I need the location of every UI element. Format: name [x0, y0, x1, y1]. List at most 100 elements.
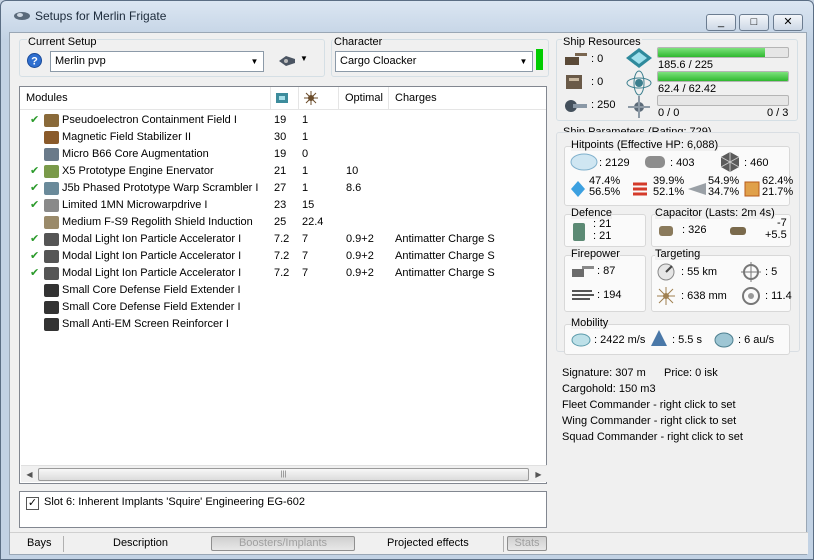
sensor-strength-value: : 11.4 — [765, 290, 792, 302]
module-row[interactable]: ✔ Limited 1MN Microwarpdrive I 23 15 — [20, 197, 545, 214]
module-name: Small Anti-EM Screen Reinforcer I — [62, 318, 229, 330]
title-bar[interactable]: Setups for Merlin Frigate _ □ ✕ — [1, 1, 813, 31]
cargohold-text: Cargohold: 150 m3 — [562, 383, 656, 395]
maximize-button[interactable]: □ — [739, 14, 769, 31]
implant-checkbox[interactable]: ✓ — [26, 497, 39, 510]
ship-options-button[interactable]: ▼ — [274, 51, 312, 72]
module-row[interactable]: ✔ Modal Light Ion Particle Accelerator I 7… — [20, 231, 545, 248]
wing-commander-text[interactable]: Wing Commander - right click to set — [562, 415, 736, 427]
module-row[interactable]: Micro B66 Core Augmentation 19 0 — [20, 146, 545, 163]
capacitor-label: Capacitor (Lasts: 2m 4s) — [655, 207, 775, 219]
setup-select[interactable]: Merlin pvp ▼ — [50, 51, 264, 72]
tab-bays[interactable]: Bays — [27, 536, 51, 551]
module-row[interactable]: ✔ Modal Light Ion Particle Accelerator I 7… — [20, 248, 545, 265]
tab-description[interactable]: Description — [113, 536, 168, 551]
fleet-commander-text[interactable]: Fleet Commander - right click to set — [562, 399, 736, 411]
implants-panel: ✓ Slot 6: Inherent Implants 'Squire' Eng… — [19, 491, 547, 528]
implant-label: Slot 6: Inherent Implants 'Squire' Engin… — [44, 496, 306, 508]
column-header-powergrid[interactable] — [299, 87, 339, 109]
module-name: Pseudoelectron Containment Field I — [62, 114, 237, 126]
scan-resolution-value: : 638 mm — [681, 290, 727, 302]
mobility-label: Mobility — [571, 317, 609, 329]
module-powergrid: 1 — [302, 182, 309, 194]
structure-hp-value: : 460 — [744, 157, 769, 169]
maximize-icon: □ — [750, 16, 758, 28]
drone-bandwidth-bar — [657, 95, 789, 106]
column-header-optimal[interactable]: Optimal — [339, 87, 389, 109]
character-label: Character — [333, 36, 384, 48]
tab-boosters-implants[interactable]: Boosters/Implants — [211, 536, 355, 551]
volley-icon — [572, 290, 594, 300]
minimize-icon: _ — [717, 16, 725, 28]
structure-icon — [720, 152, 740, 172]
launcher-hardpoint-icon — [566, 75, 582, 89]
shield-hp-value: : 2129 — [599, 157, 630, 169]
modules-list[interactable]: Modules Optimal Charges ✔ Pseudoelectron … — [19, 86, 547, 484]
module-name: Modal Light Ion Particle Accelerator I — [62, 233, 242, 245]
check-icon: ✔ — [30, 233, 40, 245]
squad-commander-text[interactable]: Squad Commander - right click to set — [562, 431, 743, 443]
module-optimal: 0.9+2 — [346, 267, 374, 279]
module-row[interactable]: Small Core Defense Field Extender I — [20, 282, 545, 299]
align-time-icon — [651, 330, 667, 346]
explosive-resist-icon — [744, 181, 760, 197]
module-cpu: 19 — [274, 114, 287, 126]
firepower-dps-value: : 87 — [597, 265, 616, 277]
drone-count-value: 0 / 3 — [767, 107, 789, 119]
kinetic-resist-armor: 34.7% — [708, 186, 740, 198]
character-select[interactable]: Cargo Cloacker ▼ — [335, 51, 533, 72]
close-button[interactable]: ✕ — [773, 14, 803, 31]
module-name: Small Core Defense Field Extender I — [62, 301, 241, 313]
column-header-charges[interactable]: Charges — [389, 87, 546, 109]
current-setup-label: Current Setup — [27, 36, 98, 48]
turret-hardpoints-value: : 0 — [591, 53, 604, 65]
module-cpu: 19 — [274, 148, 287, 160]
module-row[interactable]: Magnetic Field Stabilizer II 30 1 — [20, 129, 545, 146]
tab-projected-effects[interactable]: Projected effects — [387, 536, 469, 551]
capacitor-usage: -7 — [776, 217, 787, 229]
window-title: Setups for Merlin Frigate — [35, 9, 167, 23]
scroll-left-icon[interactable]: ◀ — [21, 466, 38, 483]
module-powergrid: 7 — [302, 233, 309, 245]
kinetic-resist-icon — [688, 183, 706, 195]
em-resist-icon — [571, 181, 585, 197]
module-row[interactable]: ✔ Modal Light Ion Particle Accelerator I 7… — [20, 265, 545, 282]
speed-icon — [571, 333, 591, 347]
defence-value-2: : 21 — [593, 230, 612, 242]
capacitor-delta-values: -7 +5.5 — [765, 217, 787, 241]
module-charges: Antimatter Charge S — [395, 233, 495, 245]
max-speed-value: : 2422 m/s — [594, 334, 646, 346]
powergrid-value: 62.4 / 62.42 — [658, 83, 717, 95]
tab-separator — [503, 536, 504, 552]
scrollbar-thumb[interactable]: ||| — [38, 468, 529, 481]
tab-stats[interactable]: Stats — [507, 536, 547, 551]
powergrid-bar-fill — [658, 72, 788, 81]
module-powergrid: 22.4 — [302, 216, 324, 228]
module-name: Modal Light Ion Particle Accelerator I — [62, 250, 242, 262]
client-area: Current Setup ? Merlin pvp ▼ ▼ Character… — [9, 32, 808, 555]
max-targets-value: : 5 — [765, 266, 778, 278]
powergrid-icon — [304, 91, 318, 105]
module-row[interactable]: ✔ X5 Prototype Engine Enervator 21 1 10 — [20, 163, 545, 180]
minimize-button[interactable]: _ — [706, 14, 736, 31]
horizontal-scrollbar[interactable]: ◀ ||| ▶ — [21, 465, 547, 482]
modules-header: Modules Optimal Charges — [20, 87, 546, 110]
module-row[interactable]: Small Core Defense Field Extender I — [20, 299, 545, 316]
column-header-cpu[interactable] — [271, 87, 299, 109]
explosive-resist-values: 62.4% 21.7% — [762, 176, 793, 198]
hitpoints-label: Hitpoints (Effective HP: 6,088) — [571, 139, 719, 151]
module-row[interactable]: Small Anti-EM Screen Reinforcer I — [20, 316, 545, 333]
question-icon[interactable]: ? — [27, 53, 42, 68]
module-cpu: 21 — [274, 165, 287, 177]
column-header-modules[interactable]: Modules — [20, 87, 271, 109]
module-cpu: 30 — [274, 131, 287, 143]
module-row[interactable]: ✔ Pseudoelectron Containment Field I 19 1 — [20, 112, 545, 129]
close-icon: ✕ — [783, 16, 793, 28]
scroll-right-icon[interactable]: ▶ — [530, 466, 547, 483]
module-powergrid: 1 — [302, 131, 309, 143]
module-row[interactable]: ✔ J5b Phased Prototype Warp Scrambler I 27… — [20, 180, 545, 197]
module-optimal: 0.9+2 — [346, 250, 374, 262]
module-row[interactable]: Medium F-S9 Regolith Shield Induction 25 2… — [20, 214, 545, 231]
module-cpu: 7.2 — [274, 267, 290, 279]
window: Setups for Merlin Frigate _ □ ✕ Current … — [0, 0, 814, 560]
